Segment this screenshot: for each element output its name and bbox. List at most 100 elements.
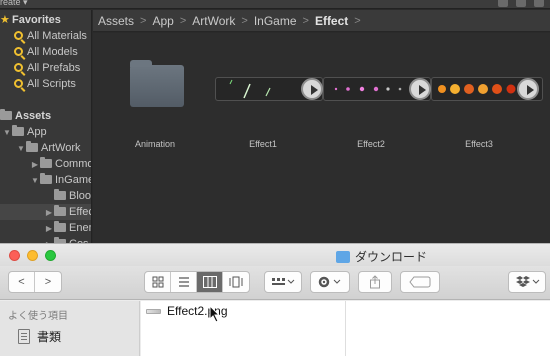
collapse-arrow-icon[interactable]: ▶ — [30, 157, 40, 173]
column-view-button[interactable] — [197, 272, 223, 292]
finder-window: ダウンロード < > よく使う項目 書類 Effect2.png — [0, 243, 550, 356]
tree-fav-label: All Models — [27, 46, 78, 58]
play-button[interactable] — [409, 78, 431, 100]
downloads-folder-icon — [336, 250, 350, 263]
share-button[interactable] — [358, 271, 392, 293]
tree-artwork[interactable]: ▼ ArtWork — [0, 140, 91, 157]
tree-bloom-label: Bloom — [69, 190, 92, 202]
breadcrumb-item[interactable]: Assets — [98, 14, 134, 28]
folder-icon — [54, 189, 66, 200]
tree-app[interactable]: ▼ App — [0, 124, 91, 141]
tree-fav-label: All Scripts — [27, 78, 76, 90]
chevron-right-icon: > — [179, 14, 187, 27]
breadcrumb-item[interactable]: ArtWork — [192, 14, 235, 28]
chevron-right-icon: > — [140, 14, 147, 27]
mouse-cursor-icon — [209, 305, 221, 323]
finder-toolbar: < > — [0, 266, 550, 300]
tree-enemy-label: Enemy — [69, 222, 91, 234]
asset-label-effect2: Effect2 — [357, 139, 385, 149]
finder-sidebar: よく使う項目 書類 — [0, 301, 140, 356]
gallery-icon — [229, 276, 243, 288]
tree-assets[interactable]: Assets — [0, 108, 91, 124]
icon-view-button[interactable] — [145, 272, 171, 292]
search-icon — [14, 79, 23, 88]
tree-bloom[interactable]: Bloom — [0, 188, 92, 204]
dropbox-button[interactable] — [508, 271, 546, 293]
folder-icon — [0, 109, 12, 120]
sidebar-item-documents[interactable]: 書類 — [18, 328, 61, 345]
image-file-icon — [146, 308, 161, 314]
expand-arrow-icon[interactable]: ▼ — [2, 125, 12, 141]
list-icon — [178, 277, 189, 287]
finder-titlebar[interactable]: ダウンロード — [0, 244, 550, 266]
top-toolbar-icons — [498, 0, 544, 7]
chevron-right-icon: > — [354, 14, 361, 27]
play-button[interactable] — [517, 78, 539, 100]
sidebar-heading: よく使う項目 — [8, 311, 68, 322]
tree-favorites-label: Favorites — [12, 14, 61, 26]
star-icon[interactable] — [534, 0, 544, 7]
tree-ingame[interactable]: ▼ InGame — [0, 172, 91, 189]
star-icon: ★ — [0, 14, 10, 26]
tree-fav-label: All Prefabs — [27, 62, 81, 74]
tree-artwork-label: ArtWork — [41, 142, 81, 154]
breadcrumb-item[interactable]: App — [152, 14, 173, 28]
collapse-arrow-icon[interactable]: ▶ — [44, 205, 54, 221]
asset-grid: Animation Effect1 Effect2 Effect3 — [93, 33, 550, 250]
gallery-view-button[interactable] — [223, 272, 249, 292]
document-icon — [18, 329, 30, 344]
tree-app-label: App — [27, 126, 47, 138]
create-dropdown[interactable]: reate ▾ — [0, 0, 28, 8]
group-by-button[interactable] — [264, 271, 302, 293]
tree-effect[interactable]: ▶ Effect — [0, 204, 91, 221]
tree-enemy[interactable]: ▶ Enemy — [0, 220, 91, 237]
tree-assets-label: Assets — [15, 110, 52, 122]
play-button[interactable] — [301, 78, 323, 100]
tree-fav-item[interactable]: All Materials — [0, 28, 91, 44]
breadcrumb-item[interactable]: InGame — [254, 14, 297, 28]
unity-top-toolbar: reate ▾ — [0, 0, 550, 9]
grid-icon — [152, 276, 163, 288]
project-tree-panel: ★ Favorites All Materials All Models All … — [0, 10, 92, 250]
breadcrumb: Assets > App > ArtWork > InGame > Effect > — [93, 10, 550, 32]
folder-icon — [40, 157, 52, 168]
tag-icon[interactable] — [516, 0, 526, 7]
action-menu-button[interactable] — [310, 271, 350, 293]
sidebar-item-label: 書類 — [37, 330, 62, 344]
tree-fav-item[interactable]: All Models — [0, 44, 91, 60]
tree-favorites[interactable]: ★ Favorites — [0, 12, 91, 28]
folder-icon — [54, 205, 66, 216]
tree-common[interactable]: ▶ Common — [0, 156, 91, 173]
tree-common-label: Common — [55, 158, 91, 170]
expand-arrow-icon[interactable]: ▼ — [30, 173, 40, 189]
window-controls — [9, 250, 56, 261]
tree-fav-item[interactable]: All Scripts — [0, 76, 91, 92]
expand-arrow-icon[interactable]: ▼ — [16, 141, 26, 157]
forward-button[interactable]: > — [35, 272, 61, 292]
asset-label-animation: Animation — [134, 139, 176, 149]
folder-icon — [26, 141, 38, 152]
list-view-button[interactable] — [171, 272, 197, 292]
lock-icon[interactable] — [498, 0, 508, 7]
tags-button[interactable] — [400, 271, 440, 293]
nav-buttons: < > — [8, 271, 62, 293]
column-divider[interactable] — [345, 301, 346, 356]
window-title: ダウンロード — [336, 248, 427, 265]
window-title-text: ダウンロード — [355, 250, 428, 264]
columns-icon — [202, 276, 217, 288]
collapse-arrow-icon[interactable]: ▶ — [44, 221, 54, 237]
zoom-button[interactable] — [45, 250, 56, 261]
gear-icon — [318, 276, 341, 288]
chevron-right-icon: > — [302, 14, 309, 27]
minimize-button[interactable] — [27, 250, 38, 261]
close-button[interactable] — [9, 250, 20, 261]
tree-fav-item[interactable]: All Prefabs — [0, 60, 91, 76]
tag-icon — [409, 276, 431, 288]
search-icon — [14, 63, 23, 72]
tree-effect-label: Effect — [69, 206, 91, 218]
group-icon — [272, 278, 295, 285]
tree-fav-label: All Materials — [27, 30, 87, 42]
back-button[interactable]: < — [9, 272, 35, 292]
breadcrumb-current[interactable]: Effect — [315, 14, 348, 28]
folder-icon[interactable] — [130, 60, 184, 107]
